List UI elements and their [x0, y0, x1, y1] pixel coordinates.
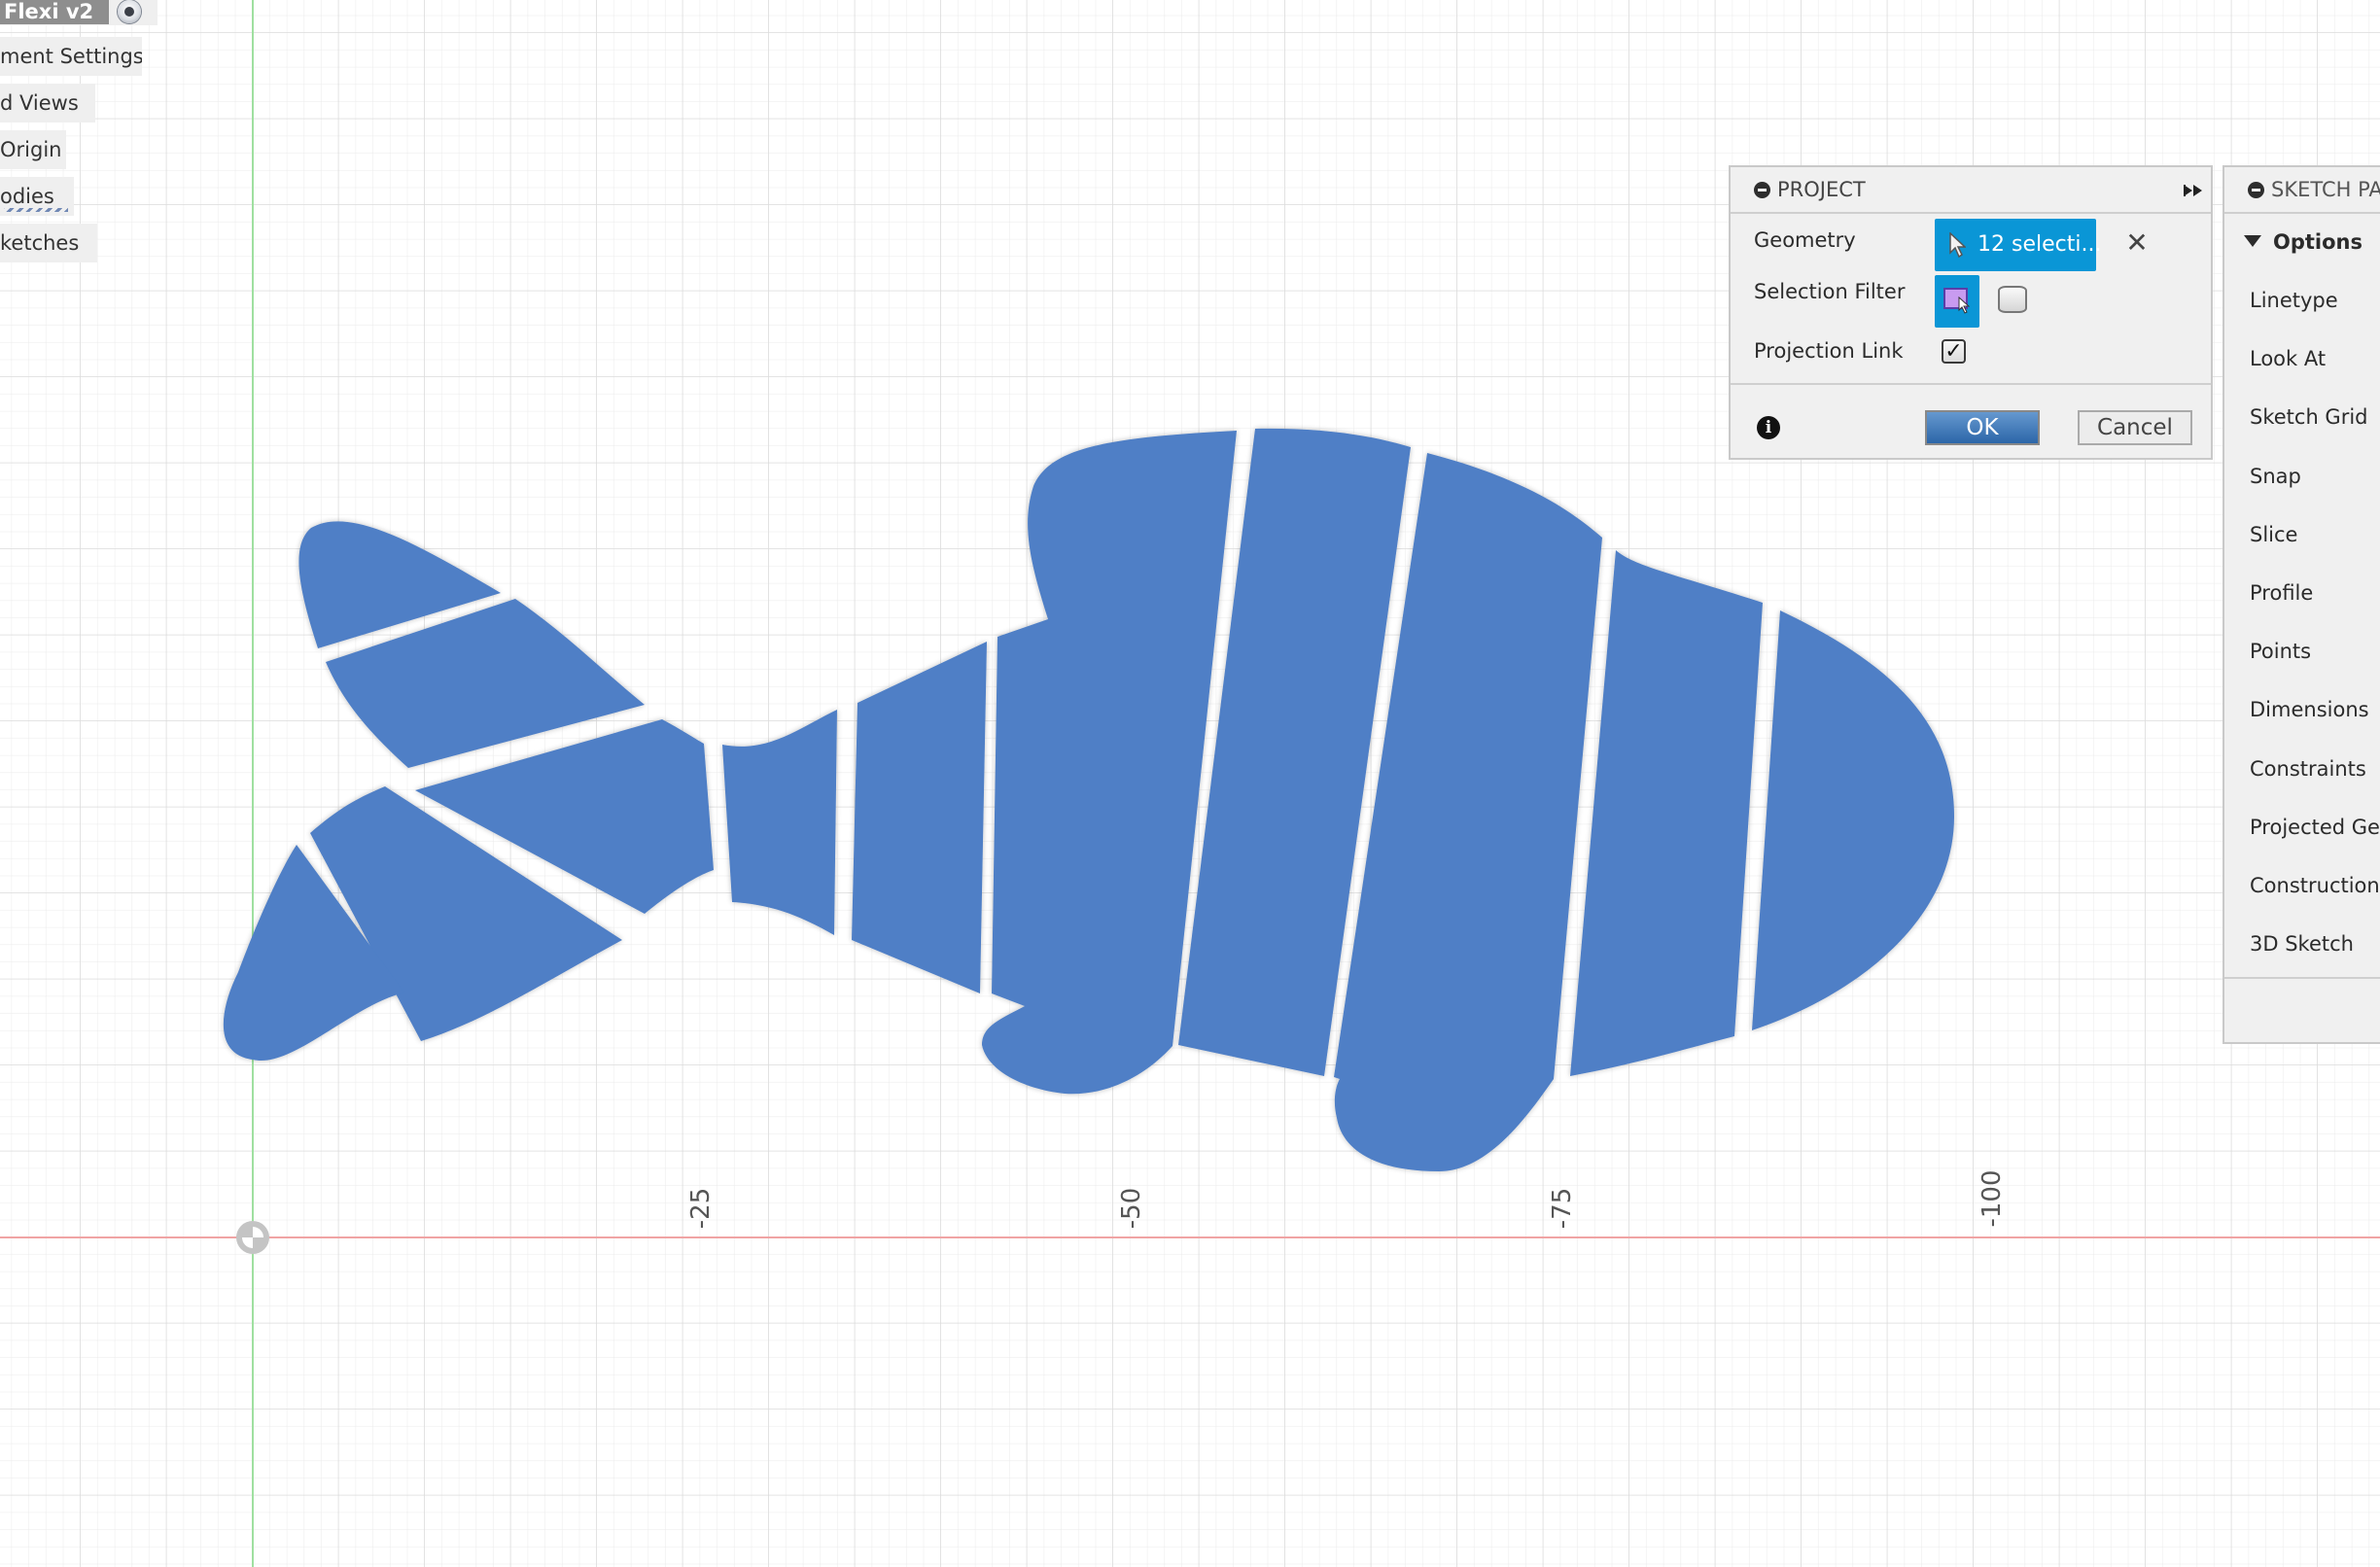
warning-underline [4, 208, 68, 212]
collapse-icon[interactable] [2248, 182, 2264, 198]
browser-component-row[interactable]: Flexi v2 [0, 0, 158, 25]
geometry-selection-count: 12 selecti... [1978, 232, 2102, 257]
activate-radio-icon[interactable] [118, 0, 141, 23]
sketch-palette: SKETCH PA Options Linetype Look At Sketch … [2222, 165, 2380, 1044]
palette-item-3d-sketch[interactable]: 3D Sketch [2250, 929, 2354, 958]
browser-item-label: Origin [0, 138, 62, 161]
tick-label-neg25: -25 [686, 1188, 716, 1229]
cancel-button[interactable]: Cancel [2078, 410, 2192, 445]
origin-icon[interactable] [236, 1221, 269, 1254]
options-section-toggle[interactable]: Options [2244, 227, 2362, 257]
browser-item-origin[interactable]: Origin [0, 130, 66, 169]
browser-item-named-views[interactable]: d Views [0, 84, 95, 122]
palette-item-dimensions[interactable]: Dimensions [2250, 695, 2369, 724]
triangle-down-icon [2244, 235, 2261, 247]
dialog-divider [1731, 383, 2211, 385]
palette-item-projected-geometries[interactable]: Projected Ge [2250, 813, 2380, 842]
palette-item-profile[interactable]: Profile [2250, 578, 2313, 608]
palette-item-points[interactable]: Points [2250, 637, 2311, 666]
palette-header[interactable]: SKETCH PA [2224, 167, 2380, 214]
dialog-title: PROJECT [1777, 178, 1866, 201]
expand-forward-icon[interactable] [2184, 185, 2203, 196]
geometry-label: Geometry [1754, 228, 1856, 252]
info-icon[interactable]: i [1757, 416, 1780, 439]
browser-item-label: d Views [0, 91, 79, 115]
clear-selection-icon[interactable]: ✕ [2122, 228, 2152, 258]
geometry-selection-button[interactable]: 12 selecti... [1935, 219, 2101, 271]
browser-item-label: ketches [0, 231, 80, 255]
browser-item-label: ment Settings [0, 45, 142, 68]
palette-divider [2224, 977, 2380, 979]
palette-item-construction-geometries[interactable]: Construction [2250, 871, 2380, 900]
tick-label-neg75: -75 [1548, 1188, 1577, 1229]
component-title[interactable]: Flexi v2 [0, 0, 109, 24]
collapse-icon[interactable] [1754, 182, 1770, 198]
ok-button[interactable]: OK [1925, 410, 2040, 445]
select-cursor-icon [1949, 232, 1966, 258]
tick-label-neg50: -50 [1117, 1188, 1146, 1229]
project-dialog: PROJECT Geometry 12 selecti... ✕ Selecti… [1729, 165, 2213, 460]
browser-item-sketches[interactable]: ketches [0, 224, 97, 262]
body-filter-icon[interactable] [1998, 286, 2027, 313]
palette-title: SKETCH PA [2271, 178, 2380, 201]
palette-item-constraints[interactable]: Constraints [2250, 754, 2366, 784]
cursor-icon [1958, 296, 1970, 314]
browser-item-document-settings[interactable]: ment Settings [0, 37, 142, 76]
palette-item-sketch-grid[interactable]: Sketch Grid [2250, 402, 2368, 432]
palette-item-look-at[interactable]: Look At [2250, 344, 2326, 373]
options-label: Options [2273, 230, 2362, 254]
palette-item-linetype[interactable]: Linetype [2250, 286, 2338, 315]
tick-label-neg100: -100 [1978, 1169, 2007, 1227]
palette-item-slice[interactable]: Slice [2250, 520, 2297, 549]
dialog-header[interactable]: PROJECT [1731, 167, 2211, 214]
projection-link-label: Projection Link [1754, 339, 1904, 363]
palette-item-snap[interactable]: Snap [2250, 462, 2301, 491]
filter-specified-entities-button[interactable] [1935, 275, 1979, 328]
projection-link-checkbox[interactable]: ✓ [1942, 339, 1966, 364]
browser-item-bodies[interactable]: odies [0, 177, 74, 216]
selection-filter-label: Selection Filter [1754, 280, 1906, 303]
